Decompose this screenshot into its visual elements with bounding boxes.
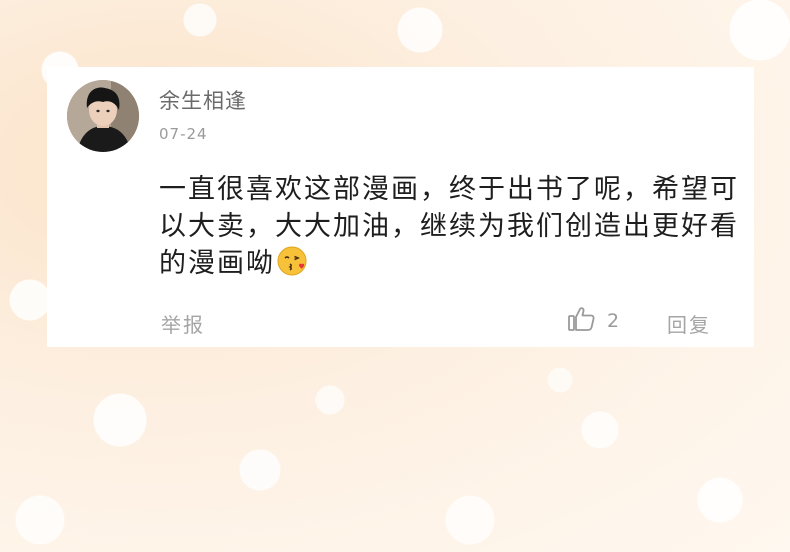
- thumbs-up-icon: [567, 306, 597, 336]
- like-button[interactable]: 2: [567, 307, 619, 335]
- like-count: 2: [607, 310, 620, 332]
- comment-card: 余生相逢 07-24 一直很喜欢这部漫画，终于出书了呢，希望可以大卖，大大加油，…: [47, 67, 754, 347]
- kissing-face-with-heart-emoji: [277, 246, 307, 286]
- avatar-photo: [67, 80, 139, 152]
- reply-button[interactable]: 回复: [667, 309, 711, 338]
- comment-text: 一直很喜欢这部漫画，终于出书了呢，希望可以大卖，大大加油，继续为我们创造出更好看…: [159, 171, 744, 286]
- report-button[interactable]: 举报: [161, 309, 205, 338]
- avatar[interactable]: [67, 80, 139, 152]
- username[interactable]: 余生相逢: [159, 85, 247, 115]
- comment-date: 07-24: [159, 125, 208, 143]
- comment-body: 一直很喜欢这部漫画，终于出书了呢，希望可以大卖，大大加油，继续为我们创造出更好看…: [159, 174, 739, 279]
